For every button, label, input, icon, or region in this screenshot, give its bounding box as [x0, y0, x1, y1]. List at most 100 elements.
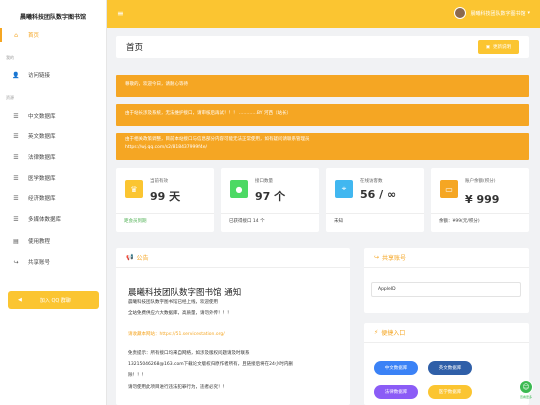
stat-label: 在线访客数	[360, 179, 383, 184]
menu-icon[interactable]: ≡	[117, 10, 124, 18]
sidebar-item-medical-db[interactable]: ☰ 医学数据库	[0, 171, 107, 185]
send-icon: ◀	[18, 297, 22, 303]
quick-button-english-db[interactable]: 英文数据库	[428, 361, 472, 375]
quick-button-medical-db[interactable]: 医学数据库	[428, 385, 472, 399]
notice-line: 除！！！	[128, 373, 146, 378]
join-qq-label: 加入 QQ 群聊	[39, 297, 71, 304]
list-icon: ☰	[13, 153, 19, 161]
notice-header-label: 公告	[136, 255, 149, 262]
notice-line: 全站免费供应六大数据库，高质量，请勿外传！！！	[128, 311, 232, 316]
sidebar-item-label: 多媒体数据库	[28, 217, 62, 223]
stat-foot: 距会员到期	[116, 213, 214, 228]
stat-value: 56 / ∞	[360, 188, 397, 201]
crown-icon: ♛	[125, 180, 143, 198]
user-icon: 👤	[12, 71, 20, 79]
share-header-label: 共享账号	[382, 255, 407, 262]
share-icon: ↪	[13, 258, 19, 266]
quick-header: ⚡ 便捷入口	[364, 323, 529, 343]
list-icon: ☰	[13, 112, 19, 120]
notice-line: 免责提示：所有接口均来自网络，如涉及版权问题请及时联系	[128, 351, 250, 356]
quick-panel: ⚡ 便捷入口 中文数据库 英文数据库 法律数据库 医学数据库	[364, 323, 529, 405]
share-panel: ↪ 共享账号 AppleID	[364, 248, 529, 313]
sidebar-item-profile[interactable]: 👤 访问链接	[0, 68, 107, 82]
share-icon: ↪	[374, 254, 380, 261]
sidebar-item-label: 英文数据库	[28, 134, 56, 140]
stat-label: 账户余额(积分)	[465, 179, 496, 184]
bolt-icon: ⚡	[374, 329, 379, 336]
stat-foot: 余额：¥99(元/积分)	[431, 213, 529, 228]
user-menu[interactable]: 晨曦科技团队数字图书馆 ▾	[454, 7, 530, 19]
chevron-down-icon: ▾	[527, 10, 530, 16]
page-header: 首页 ▣ 更新说明	[116, 36, 529, 58]
alert-banner: 由于站长涉及系统，无法维护接口，请审核后再试！！！ …………BY 河西（站长）	[116, 104, 529, 126]
user-name: 晨曦科技团队数字图书馆	[470, 10, 526, 17]
page-title: 首页	[126, 43, 144, 53]
share-account-item[interactable]: AppleID	[371, 282, 521, 297]
sidebar-item-chinese-db[interactable]: ☰ 中文数据库	[0, 109, 107, 123]
list-icon: ☰	[13, 174, 19, 182]
floating-button[interactable]: ☺ 查看更多	[516, 380, 536, 402]
sidebar-item-tutorial[interactable]: ▤ 使用教程	[0, 234, 107, 248]
share-header: ↪ 共享账号	[364, 248, 529, 268]
alert-link[interactable]: https://wj.qq.com/s2/818437999f4e/	[125, 144, 520, 152]
notice-header: 📢 公告	[116, 248, 350, 268]
stat-card-balance: ▭ 账户余额(积分) ¥ 999 余额：¥99(元/积分)	[431, 168, 529, 232]
sidebar-item-english-db[interactable]: ☰ 英文数据库	[0, 129, 107, 143]
sidebar: 晨曦科技团队数字图书馆 ⌂ 首页 我的 👤 访问链接 资源 ☰ 中文数据库 ☰ …	[0, 0, 107, 405]
alert-text: 由于相关政策调整，目前本站接口与信息部分内容可能无法正常使用，如有疑问请联系管理…	[125, 137, 310, 142]
drop-icon: ●	[230, 180, 248, 198]
stat-foot: 未知	[326, 213, 424, 228]
wallet-icon: ▭	[440, 180, 458, 198]
notice-line: 晨曦科技团队数字图书馆已经上线，欢迎使用	[128, 300, 218, 305]
notice-panel: 📢 公告 晨曦科技团队数字图书馆 通知 晨曦科技团队数字图书馆已经上线，欢迎使用…	[116, 248, 350, 405]
stat-label: 接口数量	[255, 179, 273, 184]
list-icon: ☰	[13, 215, 19, 223]
stat-card-visitors: ⌖ 在线访客数 56 / ∞ 未知	[326, 168, 424, 232]
update-notes-button[interactable]: ▣ 更新说明	[477, 40, 519, 54]
notice-title: 晨曦科技团队数字图书馆 通知	[128, 288, 242, 298]
robot-icon: ☺	[519, 380, 533, 394]
sidebar-item-label: 共享账号	[28, 260, 51, 266]
alert-text: 尊敬的，欢迎今日，请耐心等待	[125, 82, 188, 87]
list-icon: ☰	[13, 132, 19, 140]
sidebar-section-label: 我的	[6, 55, 14, 60]
sidebar-item-shared-account[interactable]: ↪ 共享账号	[0, 255, 107, 269]
alert-text: 由于站长涉及系统，无法维护接口，请审核后再试！！！ …………BY 河西（站长）	[125, 111, 291, 116]
stat-label: 当前有效	[150, 179, 168, 184]
stat-foot: 已获得接口 14 个	[221, 213, 319, 228]
stat-value: ¥ 999	[465, 193, 500, 206]
join-qq-button[interactable]: ◀ 加入 QQ 群聊	[8, 291, 99, 309]
notice-line: 请勿使用此项目进行违法犯罪行为，违者必究！！	[128, 385, 227, 390]
sidebar-item-label: 医学数据库	[28, 176, 56, 182]
avatar	[454, 7, 467, 19]
sidebar-section-label: 资源	[6, 95, 14, 100]
topbar: ≡ 晨曦科技团队数字图书馆 ▾	[107, 0, 540, 28]
quick-button-chinese-db[interactable]: 中文数据库	[374, 361, 418, 375]
sidebar-item-label: 经济数据库	[28, 196, 56, 202]
megaphone-icon: 📢	[126, 254, 134, 261]
location-icon: ⌖	[335, 180, 353, 198]
sidebar-item-label: 访问链接	[28, 73, 51, 79]
home-icon: ⌂	[14, 31, 18, 39]
quick-button-law-db[interactable]: 法律数据库	[374, 385, 418, 399]
stat-value: 97 个	[255, 190, 286, 203]
info-icon: ▣	[485, 44, 490, 50]
stat-card-membership: ♛ 当前有效 99 天 距会员到期	[116, 168, 214, 232]
stat-card-interfaces: ● 接口数量 97 个 已获得接口 14 个	[221, 168, 319, 232]
sidebar-item-home[interactable]: ⌂ 首页	[0, 28, 107, 42]
sidebar-item-multimedia-db[interactable]: ☰ 多媒体数据库	[0, 212, 107, 226]
alert-banner: 由于相关政策调整，目前本站接口与信息部分内容可能无法正常使用，如有疑问请联系管理…	[116, 133, 529, 160]
sidebar-item-label: 法律数据库	[28, 155, 56, 161]
alert-banner: 尊敬的，欢迎今日，请耐心等待	[116, 75, 529, 97]
sidebar-item-label: 首页	[28, 33, 40, 39]
notice-link[interactable]: 请收藏本网站：https://51.servicestation.org/	[128, 332, 225, 338]
sidebar-item-law-db[interactable]: ☰ 法律数据库	[0, 150, 107, 164]
quick-header-label: 便捷入口	[381, 330, 406, 337]
notice-line: 13215046268@163.com下载论文版权归原作者所有，且链接后将在24…	[128, 362, 293, 367]
floating-button-label: 查看更多	[519, 395, 532, 399]
sidebar-item-economy-db[interactable]: ☰ 经济数据库	[0, 191, 107, 205]
list-icon: ☰	[13, 194, 19, 202]
document-icon: ▤	[13, 237, 19, 245]
sidebar-item-label: 使用教程	[28, 239, 51, 245]
sidebar-item-label: 中文数据库	[28, 114, 56, 120]
